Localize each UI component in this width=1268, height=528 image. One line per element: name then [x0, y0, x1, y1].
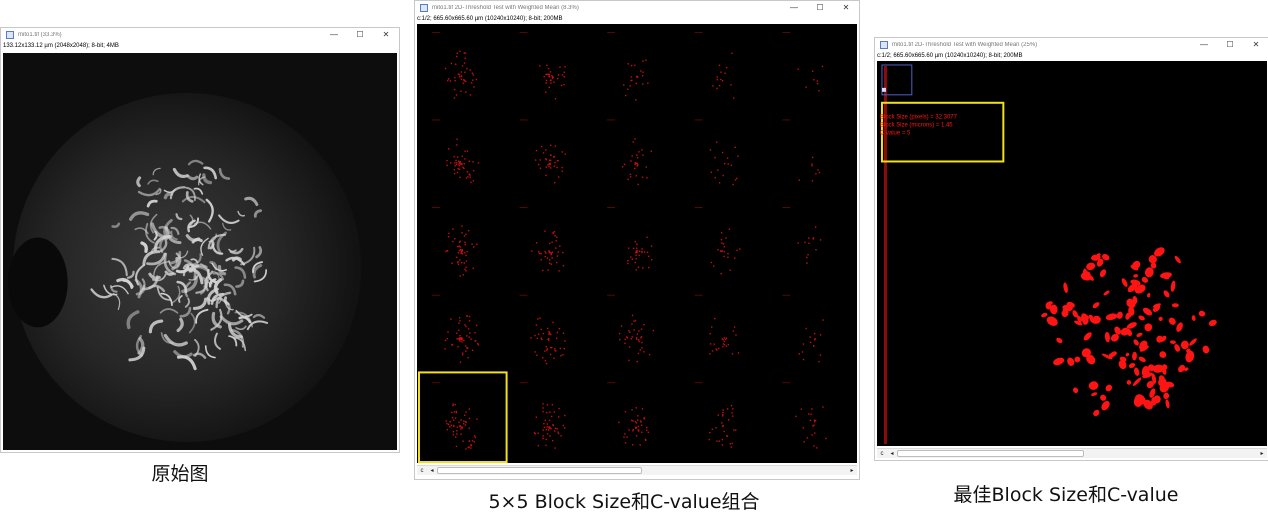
scroll-left-arrow[interactable]: ◂: [887, 450, 897, 457]
image-info: c:1/2; 665.60x665.60 µm (10240x10240); 8…: [417, 16, 563, 22]
minimize-button[interactable]: —: [781, 1, 807, 15]
scroll-right-arrow[interactable]: ▸: [847, 467, 857, 474]
window-title: mito1.tif 2D-Threshold Test with Weighte…: [432, 5, 579, 11]
close-button[interactable]: ✕: [373, 28, 399, 42]
image-info: c:1/2; 665.60x665.60 µm (10240x10240); 8…: [877, 53, 1023, 59]
horizontal-scrollbar[interactable]: c ◂ ▸: [877, 448, 1267, 458]
window-title: mito1.tif (33.3%): [18, 32, 62, 38]
scroll-thumb[interactable]: [897, 450, 1085, 457]
imagej-icon: [420, 4, 428, 12]
best-result-window: mito1.tif 2D-Threshold Test with Weighte…: [874, 37, 1268, 461]
scroll-track[interactable]: [897, 450, 1257, 457]
caption-best: 最佳Block Size和C-value: [953, 484, 1179, 506]
maximize-button[interactable]: ☐: [347, 28, 373, 42]
montage-canvas[interactable]: [417, 24, 857, 463]
channel-label: c: [420, 467, 424, 474]
montage-window: mito1.tif 2D-Threshold Test with Weighte…: [414, 0, 860, 480]
minimize-button[interactable]: —: [321, 28, 347, 42]
scroll-left-arrow[interactable]: ◂: [427, 467, 437, 474]
maximize-button[interactable]: ☐: [1217, 38, 1243, 52]
result-canvas[interactable]: Block Size (pixels) = 32.3077 Block Size…: [877, 61, 1267, 446]
imagej-icon: [880, 41, 888, 49]
annotation-block-size-pixels: Block Size (pixels) = 32.3077: [880, 115, 958, 121]
window-title: mito1.tif 2D-Threshold Test with Weighte…: [892, 42, 1038, 48]
title-bar[interactable]: mito1.tif (33.3%) — ☐ ✕: [1, 28, 399, 42]
image-canvas[interactable]: [3, 53, 397, 450]
maximize-button[interactable]: ☐: [807, 1, 833, 15]
channel-label: c: [880, 450, 884, 457]
image-info: 133.12x133.12 µm (2048x2048); 8-bit; 4MB: [3, 43, 119, 49]
title-bar[interactable]: mito1.tif 2D-Threshold Test with Weighte…: [415, 1, 859, 15]
caption-original: 原始图: [151, 463, 209, 485]
minimize-button[interactable]: —: [1191, 38, 1217, 52]
annotation-block-size-microns: Block Size (microns) = 1.45: [880, 123, 953, 129]
caption-montage: 5×5 Block Size和C-value组合: [488, 491, 760, 513]
scroll-right-arrow[interactable]: ▸: [1257, 450, 1267, 457]
horizontal-scrollbar[interactable]: c ◂ ▸: [417, 465, 857, 475]
threshold-result-image: Block Size (pixels) = 32.3077 Block Size…: [877, 61, 1267, 446]
close-button[interactable]: ✕: [833, 1, 859, 15]
scroll-thumb[interactable]: [437, 467, 642, 474]
montage-image: [417, 24, 857, 463]
original-image-window: mito1.tif (33.3%) — ☐ ✕ 133.12x133.12 µm…: [0, 27, 400, 453]
mitochondria-image: [3, 53, 397, 450]
title-bar[interactable]: mito1.tif 2D-Threshold Test with Weighte…: [875, 38, 1268, 52]
annotation-c-value: C value = 5: [880, 131, 911, 137]
imagej-icon: [6, 31, 14, 39]
scroll-track[interactable]: [437, 467, 847, 474]
close-button[interactable]: ✕: [1243, 38, 1268, 52]
